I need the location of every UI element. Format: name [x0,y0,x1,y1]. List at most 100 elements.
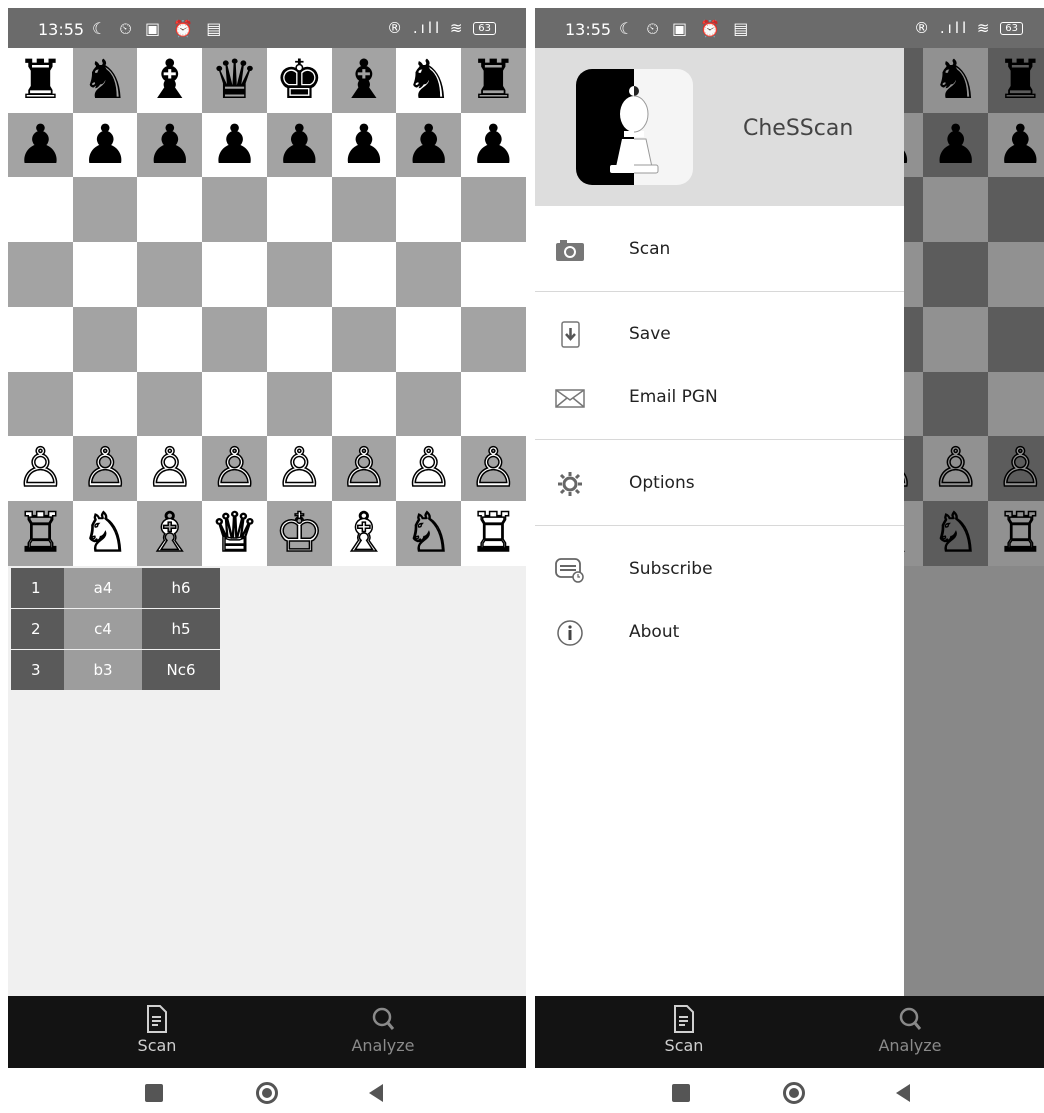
recents-button[interactable] [672,1084,690,1102]
board-square[interactable] [460,371,526,437]
recents-button[interactable] [145,1084,163,1102]
board-square[interactable] [460,242,526,308]
board-square[interactable] [202,177,268,243]
chess-piece-square[interactable]: ♖ [8,500,73,566]
menu-about[interactable]: About [535,605,904,661]
move-row: 2 c4 h5 [11,609,220,649]
chess-piece-square[interactable]: ♝ [137,48,203,113]
home-button[interactable] [783,1082,805,1104]
home-button[interactable] [256,1082,278,1104]
signal-wifi-icons: ® .ıll ≋ [914,19,993,37]
battery-icon: 63 [1000,22,1023,35]
board-square[interactable] [266,242,332,308]
chess-piece-square[interactable]: ♔ [266,500,332,566]
nav-scan-button[interactable]: Scan [102,1004,212,1055]
chess-piece-square[interactable]: ♙ [72,435,138,502]
chess-piece-square[interactable]: ♟ [202,112,268,178]
board-square[interactable] [396,306,462,372]
board-square[interactable] [266,177,332,243]
chess-piece-square[interactable]: ♙ [137,435,203,502]
chess-piece-square[interactable]: ♕ [202,500,268,566]
chess-piece-square[interactable]: ♗ [137,500,203,566]
chess-piece-square[interactable]: ♟ [72,112,138,178]
chess-piece-square[interactable]: ♗ [331,500,397,566]
board-square[interactable] [137,177,203,243]
board-square[interactable] [72,371,138,437]
menu-options[interactable]: Options [535,456,904,512]
chess-piece-square[interactable]: ♘ [72,500,138,566]
board-square[interactable] [8,306,73,372]
chess-piece-square[interactable]: ♘ [396,500,462,566]
board-square[interactable] [137,371,203,437]
chess-board[interactable]: ♜ ♞ ♝ ♛ ♚ ♝ ♞ ♜ ♟ ♟ ♟ ♟ ♟ ♟ ♟ ♟ ♙ ♙ ♙ ♙ ♙ ♙ ♙ ♙ ♖ ♘ ♗ ♕ ♔ ♗ ♘ ♖ [8,48,526,566]
menu-subscribe[interactable]: Subscribe [535,542,904,598]
nav-analyze-button[interactable]: Analyze [328,1004,438,1055]
board-square[interactable] [8,177,73,243]
board-square[interactable] [331,177,397,243]
menu-scan[interactable]: Scan [535,222,904,278]
board-square[interactable] [202,306,268,372]
chess-piece-square[interactable]: ♛ [202,48,268,113]
menu-scan-label: Scan [629,239,671,259]
board-square[interactable] [202,371,268,437]
chess-piece-square[interactable]: ♜ [460,48,526,113]
chess-piece-square[interactable]: ♟ [137,112,203,178]
board-square[interactable] [396,242,462,308]
chess-piece-square[interactable]: ♙ [396,435,462,502]
chess-piece-square[interactable]: ♙ [331,435,397,502]
black-move[interactable]: h5 [142,609,220,649]
chess-piece-square[interactable]: ♞ [72,48,138,113]
black-move[interactable]: Nc6 [142,650,220,690]
back-button[interactable] [369,1084,383,1102]
white-move[interactable]: a4 [64,568,142,608]
board-square[interactable] [8,371,73,437]
nav-analyze-button[interactable]: Analyze [855,1004,965,1055]
board-square[interactable] [137,306,203,372]
board-square[interactable] [266,371,332,437]
board-square[interactable] [202,242,268,308]
board-square[interactable] [8,242,73,308]
chess-piece-square[interactable]: ♟ [266,112,332,178]
board-square[interactable] [137,242,203,308]
chess-piece-square[interactable]: ♙ [8,435,73,502]
board-square[interactable] [460,306,526,372]
bishop-logo-icon [610,86,659,174]
chess-piece-square[interactable]: ♙ [460,435,526,502]
nav-scan-button[interactable]: Scan [629,1004,739,1055]
board-square[interactable] [72,242,138,308]
board-square[interactable] [72,306,138,372]
board-square[interactable] [460,177,526,243]
chess-piece-square[interactable]: ♟ [460,112,526,178]
board-square[interactable] [331,371,397,437]
chess-piece-square[interactable]: ♚ [266,48,332,113]
chess-piece-square[interactable]: ♟ [331,112,397,178]
board-square[interactable] [396,371,462,437]
navigation-drawer: CheSScan Scan Save Email PGN Options Sub… [535,48,904,996]
board-square[interactable] [331,242,397,308]
info-icon [557,620,583,646]
app-name: CheSScan [743,116,854,141]
chess-piece-square[interactable]: ♟ [8,112,73,178]
chess-piece-square[interactable]: ♙ [202,435,268,502]
chess-piece-square[interactable]: ♟ [396,112,462,178]
chess-piece-square[interactable]: ♖ [460,500,526,566]
board-square[interactable] [72,177,138,243]
menu-email-pgn[interactable]: Email PGN [535,370,904,426]
menu-save[interactable]: Save [535,307,904,363]
chess-piece-square[interactable]: ♙ [266,435,332,502]
chess-piece-square[interactable]: ♝ [331,48,397,113]
move-row: 3 b3 Nc6 [11,650,220,690]
black-move[interactable]: h6 [142,568,220,608]
chess-piece-square[interactable]: ♜ [8,48,73,113]
white-move[interactable]: c4 [64,609,142,649]
app-logo [576,69,693,185]
white-move[interactable]: b3 [64,650,142,690]
chess-piece-square[interactable]: ♞ [396,48,462,113]
board-square[interactable] [331,306,397,372]
divider [535,291,904,292]
status-time: 13:55 [38,20,85,39]
board-square[interactable] [266,306,332,372]
subscription-card-icon [555,558,584,583]
board-square[interactable] [396,177,462,243]
back-button[interactable] [896,1084,910,1102]
